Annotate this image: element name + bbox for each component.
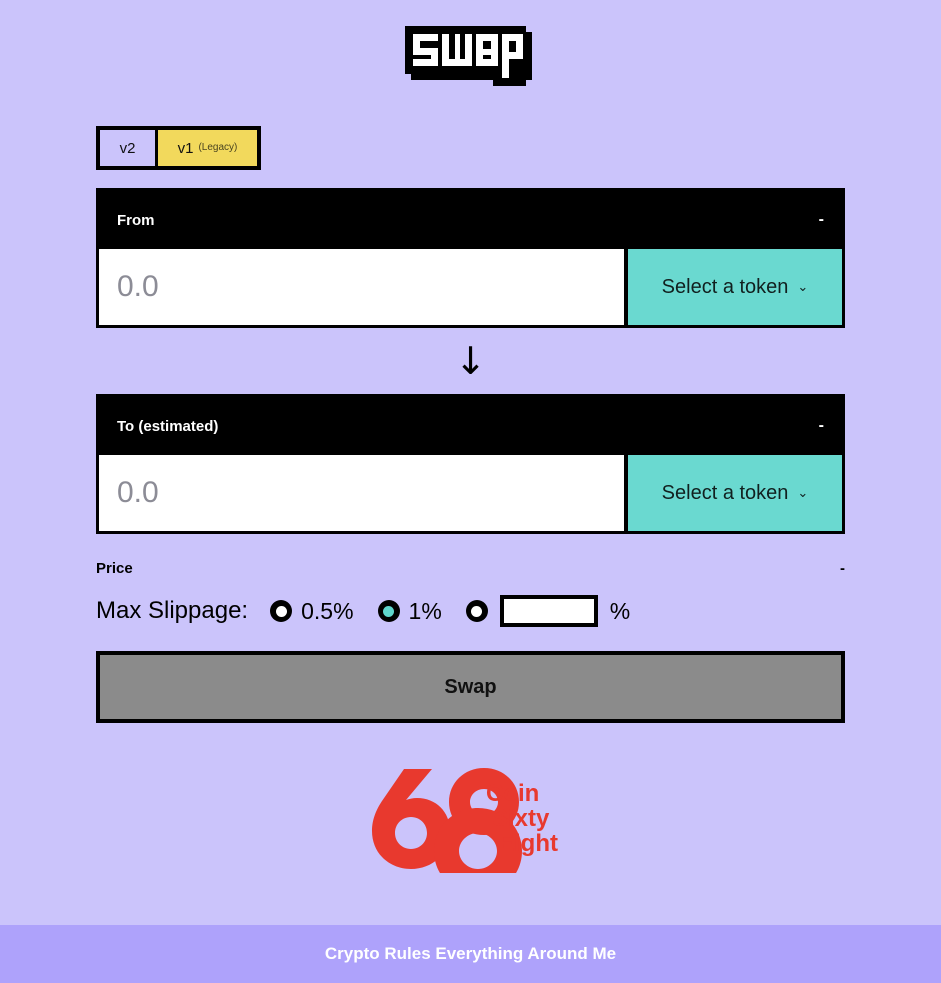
page-title xyxy=(0,0,941,86)
percent-sign-label: % xyxy=(609,597,631,624)
price-row: Price - xyxy=(96,560,845,577)
slippage-option-1-label: 1% xyxy=(408,597,442,624)
from-token-select-label: Select a token xyxy=(661,275,789,298)
chevron-down-icon: ⌄ xyxy=(797,278,809,294)
slippage-option-0.5-label: 0.5% xyxy=(301,597,354,624)
max-slippage-label: Max Slippage: xyxy=(96,597,249,624)
brand-line-2: Sixty xyxy=(492,805,550,832)
price-value: - xyxy=(840,560,845,577)
brand-mark-icon: Coin Sixty Eight xyxy=(372,768,558,873)
to-balance: - xyxy=(818,417,824,434)
radio-icon-custom[interactable] xyxy=(465,600,488,622)
to-label: To (estimated) xyxy=(117,417,219,435)
to-panel-body: Select a token ⌄ xyxy=(99,455,842,531)
slippage-option-1[interactable]: 1% xyxy=(377,597,442,624)
swap-wordmark-logo xyxy=(405,26,532,86)
coin-sixty-eight-logo: Coin Sixty Eight xyxy=(96,763,845,873)
brand-line-3: Eight xyxy=(498,830,558,857)
slippage-option-custom[interactable]: % xyxy=(465,595,631,627)
price-label: Price xyxy=(96,560,133,577)
from-token-select-button[interactable]: Select a token ⌄ xyxy=(624,249,842,325)
radio-icon[interactable] xyxy=(270,600,293,622)
from-amount-input[interactable] xyxy=(99,249,624,325)
to-panel: To (estimated) - Select a token ⌄ xyxy=(96,394,845,534)
slippage-option-0.5[interactable]: 0.5% xyxy=(270,597,354,624)
to-amount-input[interactable] xyxy=(99,455,624,531)
brand-line-1: Coin xyxy=(486,780,539,807)
footer-text: Crypto Rules Everything Around Me xyxy=(324,944,617,963)
swap-button[interactable]: Swap xyxy=(96,651,845,723)
to-token-select-label: Select a token xyxy=(661,481,789,504)
max-slippage-row: Max Slippage: 0.5% 1% % xyxy=(96,595,845,627)
custom-slippage-input[interactable] xyxy=(499,595,598,627)
tab-v2[interactable]: v2 xyxy=(100,130,158,166)
swap-form: v2 v1 (Legacy) From - Select a token ⌄ xyxy=(0,86,941,925)
swap-page: v2 v1 (Legacy) From - Select a token ⌄ xyxy=(0,0,941,983)
from-panel: From - Select a token ⌄ xyxy=(96,188,845,328)
tab-v1-label: v1 xyxy=(177,139,194,157)
radio-icon-selected[interactable] xyxy=(377,600,400,622)
arrow-down-icon[interactable]: ↓ xyxy=(455,342,487,380)
version-tabs: v2 v1 (Legacy) xyxy=(96,126,261,170)
chevron-down-icon: ⌄ xyxy=(797,484,809,500)
to-token-select-button[interactable]: Select a token ⌄ xyxy=(624,455,842,531)
tab-v1-legacy[interactable]: v1 (Legacy) xyxy=(158,130,257,166)
from-panel-header: From - xyxy=(99,191,842,249)
from-balance: - xyxy=(818,211,824,228)
tab-v2-label: v2 xyxy=(119,139,136,157)
swap-direction-row: ↓ xyxy=(96,328,845,394)
to-panel-header: To (estimated) - xyxy=(99,397,842,455)
footer-banner: Crypto Rules Everything Around Me xyxy=(0,925,941,983)
from-label: From xyxy=(117,211,155,229)
tab-v1-sublabel: (Legacy) xyxy=(198,142,238,153)
from-panel-body: Select a token ⌄ xyxy=(99,249,842,325)
